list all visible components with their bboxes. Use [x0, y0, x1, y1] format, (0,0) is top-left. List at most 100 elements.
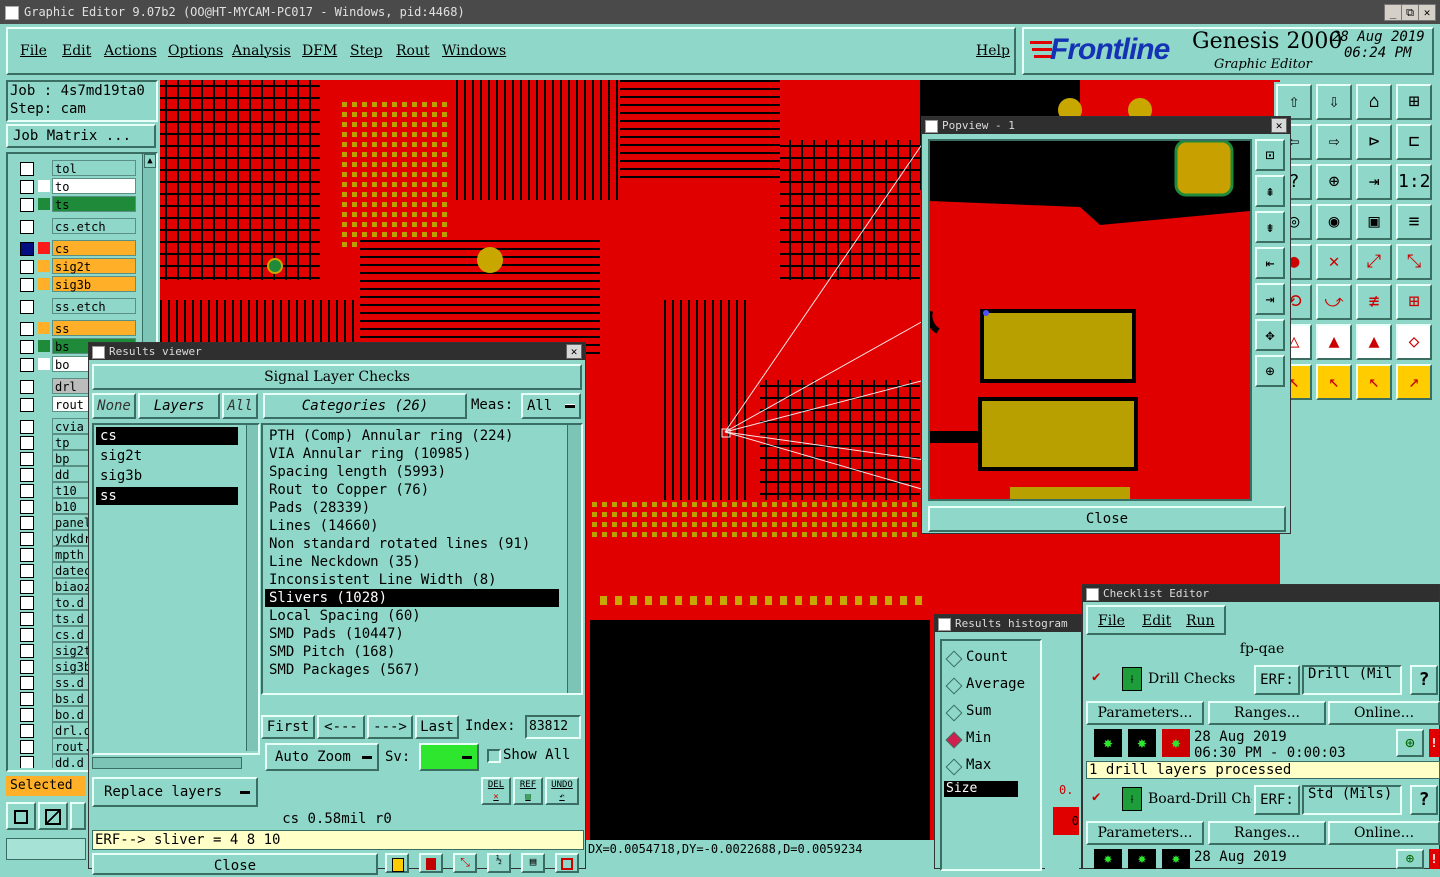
layer-visibility-checkbox[interactable] [20, 516, 34, 530]
auto-zoom-dropdown[interactable]: Auto Zoom [265, 743, 379, 771]
radio-diamond-icon[interactable] [945, 677, 963, 695]
layer-row-sig2t[interactable]: sig2t [18, 258, 136, 274]
tool-bracket-icon[interactable]: ⊏ [1396, 124, 1432, 160]
layer-visibility-checkbox[interactable] [20, 358, 34, 372]
sv-color-dropdown[interactable] [419, 743, 479, 771]
tool-curve-icon[interactable]: ⤻ [1316, 284, 1352, 320]
check-ranges-button[interactable]: Ranges... [1208, 821, 1326, 845]
delete-result-button[interactable]: DEL ✕ [481, 777, 511, 805]
layer-name[interactable]: cs [52, 240, 136, 256]
layer-results-scrollbar[interactable] [246, 425, 258, 751]
results-viewer-close-icon[interactable]: ✕ [566, 344, 582, 359]
show-all-checkbox[interactable] [487, 749, 501, 763]
replace-layers-dropdown[interactable]: Replace layers [92, 777, 258, 807]
zoom-check-icon[interactable]: ⊕ [1396, 849, 1424, 869]
layer-color-swatch[interactable] [38, 708, 50, 720]
layer-name[interactable]: ss [52, 320, 136, 336]
layer-visibility-checkbox[interactable] [20, 596, 34, 610]
next-result-button[interactable]: ---> [367, 715, 413, 739]
layer-color-swatch[interactable] [38, 564, 50, 576]
layer-color-swatch[interactable] [38, 756, 50, 768]
results-viewer-close-button[interactable]: Close [92, 853, 378, 875]
layer-visibility-checkbox[interactable] [20, 756, 34, 768]
tool-move-up-icon[interactable]: ⇧ [1276, 84, 1312, 120]
layer-color-swatch[interactable] [38, 436, 50, 448]
undo-button[interactable]: UNDO ↶ [545, 777, 579, 805]
layer-color-swatch[interactable] [38, 500, 50, 512]
layer-color-swatch[interactable] [38, 692, 50, 704]
checklist-menu-edit[interactable]: Edit [1142, 613, 1171, 629]
run-check-2-icon[interactable]: ✸ [1128, 849, 1156, 869]
layer-color-swatch[interactable] [38, 242, 50, 254]
refresh-button[interactable]: REF ▤ [513, 777, 543, 805]
layer-visibility-checkbox[interactable] [20, 260, 34, 274]
histogram-option-max[interactable]: Max [945, 757, 1042, 777]
checklist-menu-run[interactable]: Run [1186, 613, 1215, 629]
tool-snap-icon[interactable]: ⇥ [1356, 164, 1392, 200]
category-item[interactable]: Slivers (1028) [265, 589, 559, 607]
tool-scale-icon[interactable]: 1:2 [1396, 164, 1432, 200]
run-check-icon[interactable]: ✸ [1094, 849, 1122, 869]
rv-tool-2-icon[interactable] [419, 853, 443, 873]
layer-visibility-checkbox[interactable] [20, 322, 34, 336]
layer-visibility-checkbox[interactable] [20, 436, 34, 450]
rv-tool-1-icon[interactable] [385, 853, 409, 873]
layer-color-swatch[interactable] [38, 724, 50, 736]
check-enabled-icon[interactable]: ✔ [1092, 669, 1100, 685]
layer-visibility-checkbox[interactable] [20, 398, 34, 412]
check-status-icon[interactable]: ⟊ [1122, 787, 1142, 811]
layer-color-swatch[interactable] [38, 740, 50, 752]
scroll-up-arrow-icon[interactable]: ▲ [144, 154, 156, 168]
layer-row-csetch[interactable]: cs.etch [18, 218, 136, 234]
layer-row-sig3b[interactable]: sig3b [18, 276, 136, 292]
layer-color-swatch[interactable] [38, 278, 50, 290]
menu-options[interactable]: Options [168, 43, 223, 59]
popview-canvas[interactable] [928, 139, 1252, 501]
radio-diamond-icon[interactable] [945, 758, 963, 776]
run-check-3-icon[interactable]: ✸ [1162, 849, 1190, 869]
layer-visibility-checkbox[interactable] [20, 180, 34, 194]
layer-color-swatch[interactable] [38, 260, 50, 272]
result-layer-item[interactable]: ss [96, 487, 238, 505]
layer-visibility-checkbox[interactable] [20, 548, 34, 562]
tool-cursor-b-icon[interactable]: ↖ [1316, 364, 1352, 400]
layer-color-swatch[interactable] [38, 198, 50, 210]
layer-visibility-checkbox[interactable] [20, 612, 34, 626]
layer-row-cs[interactable]: cs [18, 240, 136, 256]
layer-visibility-checkbox[interactable] [20, 278, 34, 292]
category-item[interactable]: Spacing length (5993) [265, 463, 559, 481]
radio-diamond-icon[interactable] [945, 731, 963, 749]
layer-color-swatch[interactable] [38, 580, 50, 592]
layer-visibility-checkbox[interactable] [20, 580, 34, 594]
minimize-button[interactable]: _ [1384, 4, 1402, 21]
run-check-icon[interactable]: ✸ [1094, 729, 1122, 757]
check-online-button[interactable]: Online... [1328, 701, 1440, 725]
radio-diamond-icon[interactable] [945, 650, 963, 668]
layer-visibility-checkbox[interactable] [20, 500, 34, 514]
first-result-button[interactable]: First [261, 715, 315, 739]
tool-cursor-d-icon[interactable]: ↗ [1396, 364, 1432, 400]
category-list-scrollbar[interactable] [567, 425, 581, 693]
histogram-option-sum[interactable]: Sum [945, 703, 1042, 723]
tool-home-icon[interactable]: ⌂ [1356, 84, 1392, 120]
category-item[interactable]: Line Neckdown (35) [265, 553, 559, 571]
menu-actions[interactable]: Actions [104, 43, 157, 59]
layer-color-swatch[interactable] [38, 516, 50, 528]
categories-button[interactable]: Categories (26) [263, 393, 467, 419]
layer-color-swatch[interactable] [38, 532, 50, 544]
category-item[interactable]: Inconsistent Line Width (8) [265, 571, 559, 589]
tool-play-icon[interactable]: ⊳ [1356, 124, 1392, 160]
layer-name[interactable]: sig2t [52, 258, 136, 274]
category-item[interactable]: SMD Pitch (168) [265, 643, 559, 661]
tool-tri-b-icon[interactable]: ▲ [1316, 324, 1352, 360]
histogram-option-min[interactable]: Min [945, 730, 1042, 750]
layer-color-swatch[interactable] [38, 468, 50, 480]
category-item[interactable]: Local Spacing (60) [265, 607, 559, 625]
popview-center-icon[interactable]: ⊕ [1255, 355, 1285, 387]
layer-visibility-checkbox[interactable] [20, 452, 34, 466]
layers-toggle-button[interactable]: Layers [138, 393, 220, 419]
layer-visibility-checkbox[interactable] [20, 340, 34, 354]
layer-visibility-checkbox[interactable] [20, 724, 34, 738]
tool-line-a-icon[interactable]: ⤢ [1356, 244, 1392, 280]
layer-visibility-checkbox[interactable] [20, 628, 34, 642]
